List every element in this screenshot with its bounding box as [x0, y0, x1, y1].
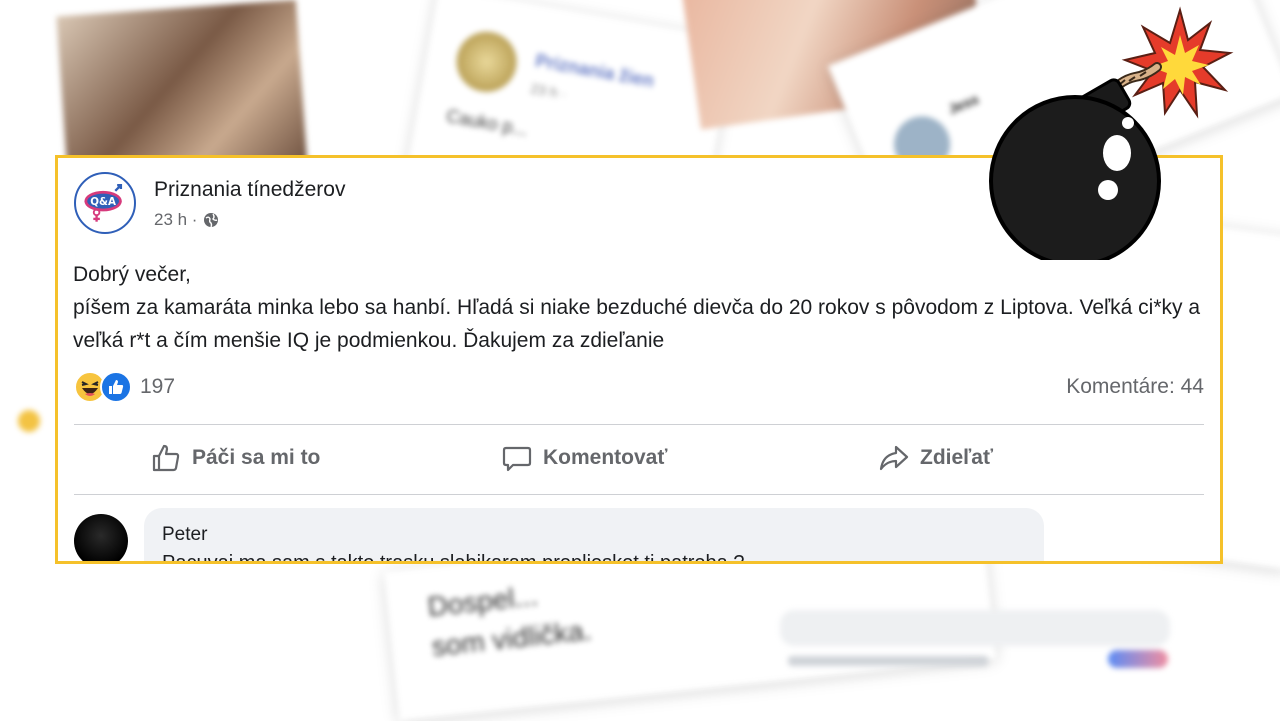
globe-icon: [204, 213, 219, 228]
background-page-logo: [451, 27, 522, 97]
background-reactions: [1108, 650, 1168, 668]
like-reaction-icon: [100, 371, 132, 403]
background-fragment: [0, 360, 60, 470]
background-tweet-author: Jess: [946, 90, 981, 118]
bomb-icon: [989, 6, 1234, 260]
like-button[interactable]: Páči sa mi to: [150, 442, 320, 474]
reaction-count: 197: [140, 375, 176, 398]
comment-bubble: Peter Pacuvaj ma sam s takto trasku slab…: [144, 508, 1044, 564]
comment-button[interactable]: Komentovať: [501, 442, 667, 474]
post-meta: 23 h ·: [154, 210, 219, 230]
page-logo-icon: Q&A: [84, 184, 123, 222]
commenter-avatar[interactable]: [74, 514, 128, 561]
post-text-line: píšem za kamaráta minka lebo sa hanbí. H…: [73, 296, 1201, 352]
background-comment: [740, 600, 1180, 680]
comment-text: Pacuvaj ma sam s takto trasku slabikaram…: [162, 552, 745, 564]
thumbs-up-icon: [152, 444, 180, 472]
comment-count-link[interactable]: Komentáre: 44: [1066, 375, 1204, 399]
comment-author[interactable]: Peter: [162, 524, 207, 546]
post-text-line: Dobrý večer,: [73, 263, 191, 286]
share-button[interactable]: Zdieľať: [878, 442, 993, 474]
post-actions: Páči sa mi to Komentovať Zdieľať: [74, 426, 1204, 492]
background-post-text: Dospel... som vidlička.: [426, 571, 594, 667]
share-button-label: Zdieľať: [920, 446, 993, 469]
share-icon: [879, 445, 909, 471]
background-post-text: Cauko p...: [444, 105, 530, 140]
page-avatar[interactable]: Q&A: [74, 172, 136, 234]
background-comment-meta: [788, 656, 988, 666]
post-time[interactable]: 23 h ·: [154, 210, 197, 230]
post-stats: 197 Komentáre: 44: [74, 371, 1204, 405]
background-post-time: 23 h ·: [529, 80, 568, 102]
reactions-summary[interactable]: 197: [74, 371, 175, 403]
svg-text:Q&A: Q&A: [90, 196, 116, 208]
page-name[interactable]: Priznania tínedžerov: [154, 178, 345, 202]
post-text: Dobrý večer, píšem za kamaráta minka leb…: [73, 258, 1203, 357]
divider: [74, 424, 1204, 425]
comment-button-label: Komentovať: [543, 446, 668, 469]
background-emoji: [18, 410, 40, 432]
background-comment-bubble: [780, 610, 1170, 646]
like-button-label: Páči sa mi to: [192, 446, 321, 469]
divider: [74, 494, 1204, 495]
comment-icon: [502, 446, 532, 472]
